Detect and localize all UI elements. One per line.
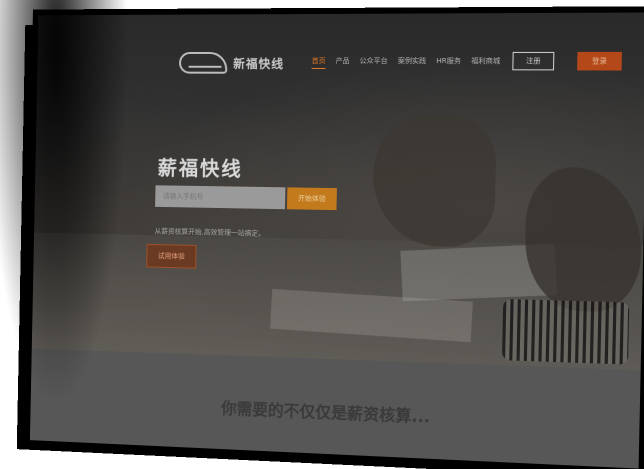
hero-background-notebook xyxy=(501,298,630,365)
start-trial-button[interactable]: 开始体验 xyxy=(286,187,337,211)
hero-title: 薪福快线 xyxy=(157,155,243,181)
top-navigation: 新福快线 首页 产品 公众平台 案例实践 HR服务 福利商城 注册 登录 xyxy=(37,50,644,79)
screen: 新福快线 首页 产品 公众平台 案例实践 HR服务 福利商城 注册 登录 薪福快… xyxy=(29,12,644,469)
band-tagline: 你需要的不仅仅是薪资核算... xyxy=(220,398,431,427)
hero-background-hand xyxy=(523,166,643,314)
login-button[interactable]: 登录 xyxy=(577,51,622,71)
nav-item-products[interactable]: 产品 xyxy=(335,56,350,69)
phone-input[interactable] xyxy=(155,185,286,210)
feature-band: 你需要的不仅仅是薪资核算... xyxy=(29,348,641,469)
hero-background-hand xyxy=(371,114,497,248)
hero-banner: 新福快线 首页 产品 公众平台 案例实践 HR服务 福利商城 注册 登录 薪福快… xyxy=(31,12,644,371)
nav-menu: 首页 产品 公众平台 案例实践 HR服务 福利商城 xyxy=(311,55,501,69)
logo[interactable]: 新福快线 xyxy=(178,51,285,74)
nav-item-hr-service[interactable]: HR服务 xyxy=(436,56,461,69)
nav-item-home[interactable]: 首页 xyxy=(311,55,326,69)
logo-text: 新福快线 xyxy=(233,56,285,71)
trial-button[interactable]: 试用体验 xyxy=(146,243,197,269)
register-button[interactable]: 注册 xyxy=(512,51,555,71)
nav-item-benefits-mall[interactable]: 福利商城 xyxy=(471,56,500,69)
nav-item-cases[interactable]: 案例实践 xyxy=(398,56,427,69)
train-logo-icon xyxy=(178,51,228,74)
nav-item-public-platform[interactable]: 公众平台 xyxy=(359,56,387,69)
